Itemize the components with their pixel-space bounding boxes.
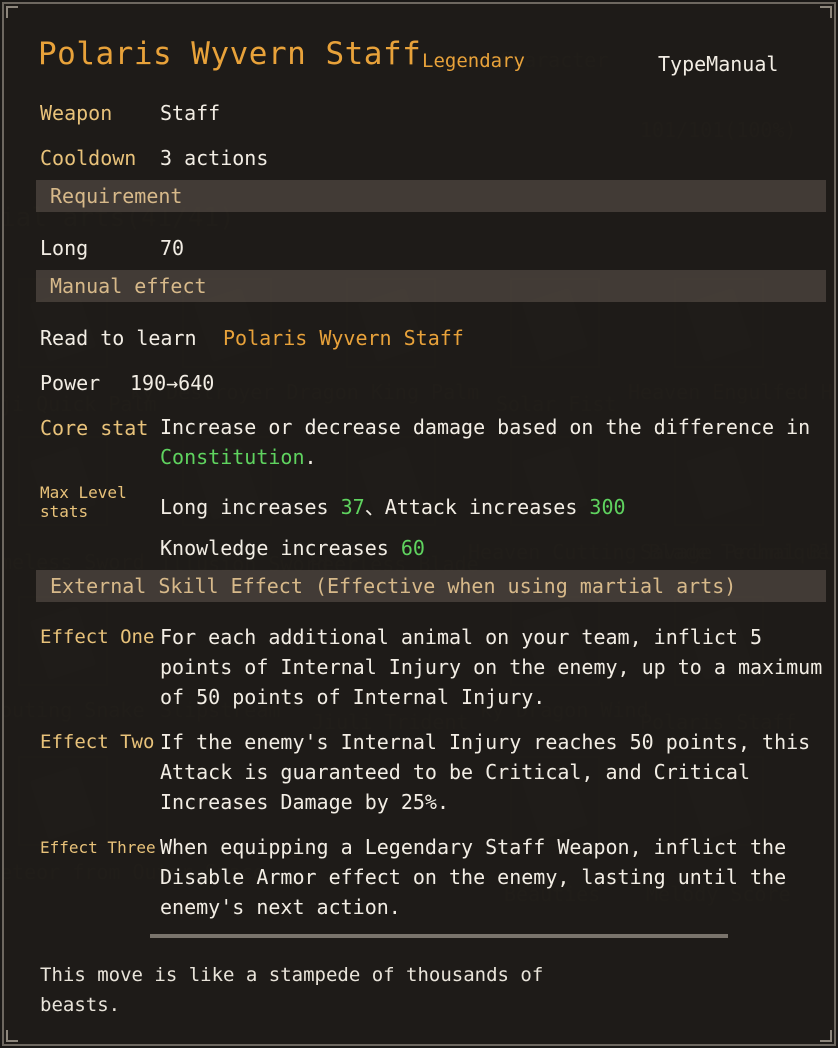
weapon-value: Staff bbox=[160, 101, 221, 125]
stat-knowledge-text: Knowledge increases bbox=[160, 536, 401, 560]
manual-effect-section-header: Manual effect bbox=[36, 270, 826, 302]
external-skill-section-header: External Skill Effect (Effective when us… bbox=[36, 570, 826, 602]
effect-line: When equipping a Legendary Staff Weapon,… bbox=[160, 835, 787, 859]
max-level-stat-row-1: Long increases 37、Attack increases 300 bbox=[160, 491, 626, 520]
type-label: TypeManual bbox=[658, 52, 779, 76]
stat-attack-value: 300 bbox=[589, 495, 626, 519]
requirement-stat-label: Long bbox=[40, 236, 89, 260]
core-stat-period: . bbox=[304, 445, 317, 469]
arrow-right-icon: → bbox=[166, 371, 179, 395]
read-to-learn-label: Read to learn bbox=[40, 326, 197, 350]
max-level-label-line-2: stats bbox=[40, 502, 89, 521]
weapon-label: Weapon bbox=[40, 101, 113, 125]
frame-corner bbox=[6, 1030, 18, 1042]
effect-line: points of Internal Injury on the enemy, … bbox=[160, 655, 823, 679]
effect-two-label: Effect Two bbox=[40, 731, 155, 753]
power-label: Power bbox=[40, 371, 101, 395]
core-stat-line-1: Increase or decrease damage based on the… bbox=[160, 415, 811, 439]
power-to: 640 bbox=[178, 371, 215, 395]
frame-corner bbox=[820, 6, 832, 18]
stat-attack-text: 、Attack increases bbox=[364, 495, 590, 519]
stat-long-text: Long increases bbox=[160, 495, 341, 519]
effect-line: Increases Damage by 25%. bbox=[160, 790, 449, 814]
effect-one-text: For each additional animal on your team,… bbox=[160, 622, 822, 712]
core-stat-name: Constitution bbox=[160, 445, 305, 469]
item-title: Polaris Wyvern Staff bbox=[38, 36, 422, 72]
effect-line: enemy's next action. bbox=[160, 895, 401, 919]
max-level-stats-label: Max Level stats bbox=[40, 483, 127, 521]
cooldown-label: Cooldown bbox=[40, 146, 137, 170]
effect-line: Attack is guaranteed to be Critical, and… bbox=[160, 760, 751, 784]
divider bbox=[150, 934, 728, 938]
core-stat-line-2: Constitution. bbox=[160, 442, 317, 472]
stat-long-value: 37 bbox=[340, 495, 365, 519]
cooldown-value: 3 actions bbox=[160, 146, 269, 170]
effect-three-label: Effect Three bbox=[40, 838, 156, 857]
requirement-section-header: Requirement bbox=[36, 180, 826, 212]
effect-line: Disable Armor effect on the enemy, lasti… bbox=[160, 865, 787, 889]
effect-line: If the enemy's Internal Injury reaches 5… bbox=[160, 730, 811, 754]
read-to-learn-value: Polaris Wyvern Staff bbox=[223, 326, 464, 350]
effect-line: of 50 points of Internal Injury. bbox=[160, 685, 546, 709]
frame-corner bbox=[820, 1030, 832, 1042]
max-level-stat-row-2: Knowledge increases 60 bbox=[160, 536, 425, 560]
power-value: 190→640 bbox=[130, 371, 214, 395]
effect-three-text: When equipping a Legendary Staff Weapon,… bbox=[160, 832, 786, 922]
rarity-badge: Legendary bbox=[422, 50, 525, 72]
effect-line: For each additional animal on your team,… bbox=[160, 625, 763, 649]
effect-two-text: If the enemy's Internal Injury reaches 5… bbox=[160, 727, 810, 817]
requirement-stat-value: 70 bbox=[160, 236, 185, 260]
power-from: 190 bbox=[130, 371, 167, 395]
frame-corner bbox=[6, 6, 18, 18]
stat-knowledge-value: 60 bbox=[400, 536, 425, 560]
effect-one-label: Effect One bbox=[40, 626, 155, 648]
max-level-label-line-1: Max Level bbox=[40, 483, 127, 502]
core-stat-label: Core stat bbox=[40, 416, 149, 440]
flavor-description: This move is like a stampede of thousand… bbox=[40, 964, 544, 1016]
